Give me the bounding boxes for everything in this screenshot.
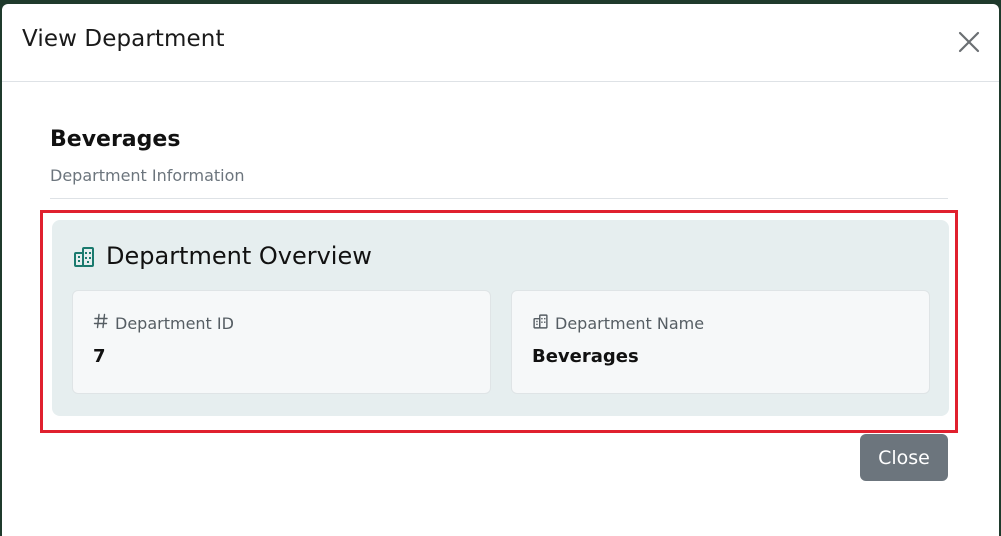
modal-title: View Department <box>22 26 225 52</box>
department-heading: Beverages <box>50 127 181 152</box>
section-divider <box>50 198 948 199</box>
department-subheading: Department Information <box>50 166 245 185</box>
modal-header: View Department <box>2 4 999 82</box>
close-button[interactable]: Close <box>860 434 948 481</box>
highlight-outline <box>40 210 958 433</box>
close-x-icon[interactable] <box>957 30 981 54</box>
